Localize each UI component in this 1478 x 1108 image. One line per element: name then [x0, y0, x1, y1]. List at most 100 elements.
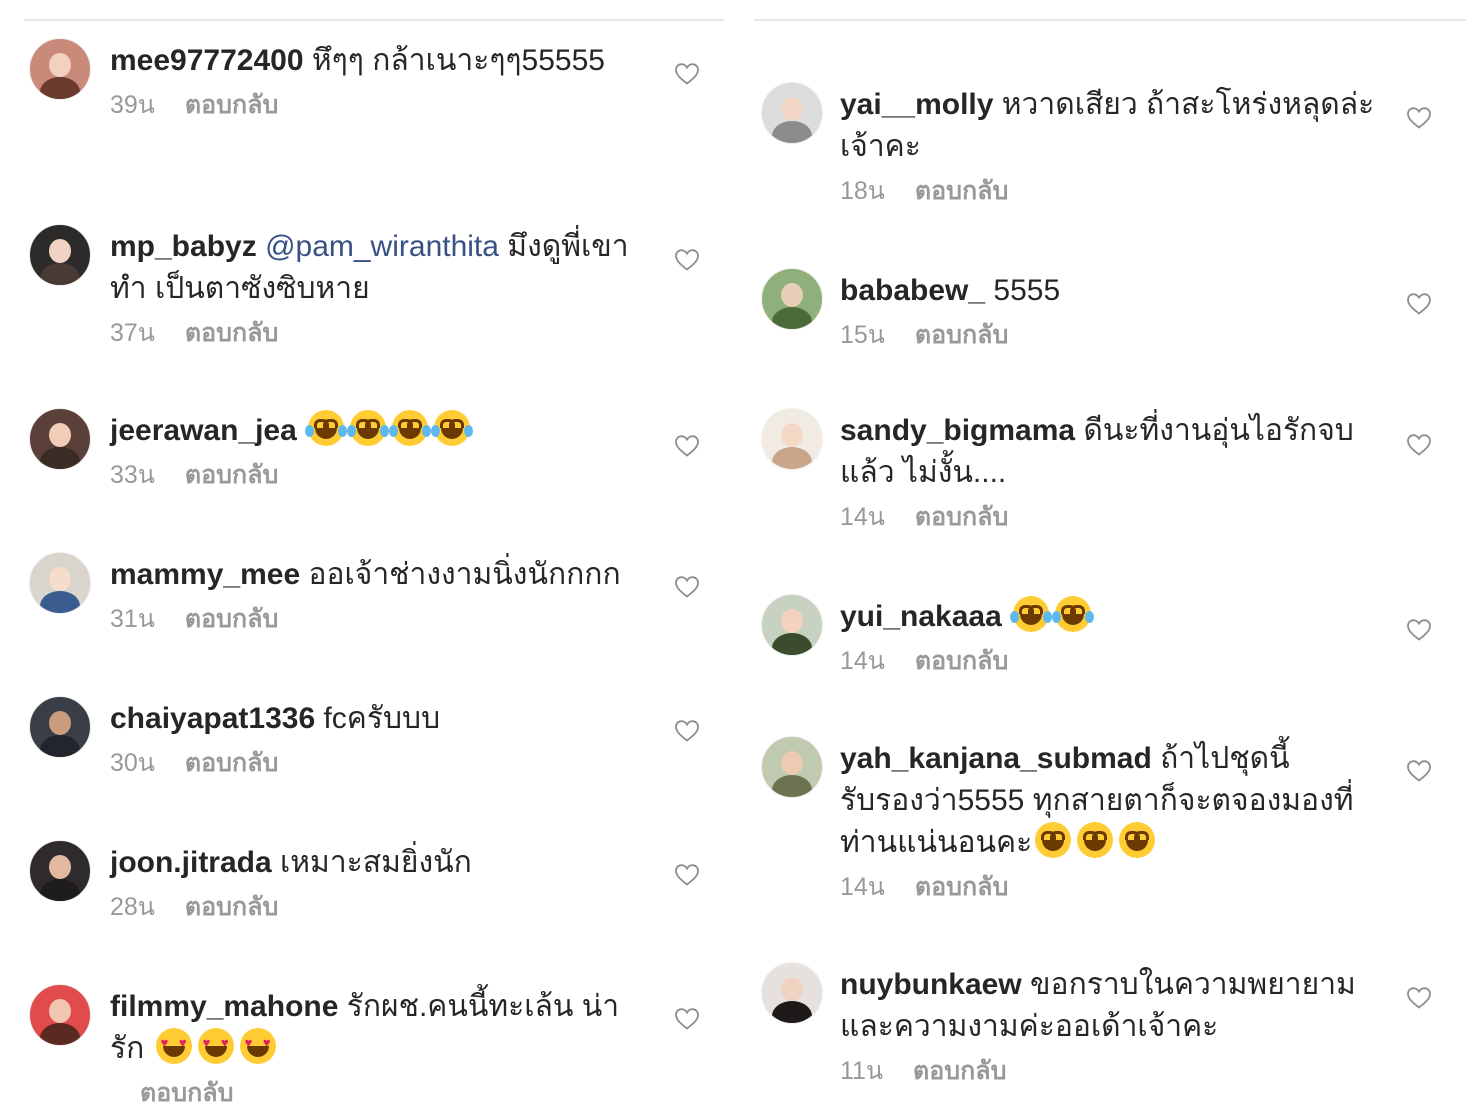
right-comment-column: yai__molly หวาดเสียว ถ้าสะโหร่งหลุดล่ะเจ…	[742, 0, 1478, 1108]
reply-button[interactable]: ตอบกลับ	[913, 1057, 1006, 1085]
like-heart-icon[interactable]	[674, 434, 700, 458]
top-divider	[754, 19, 1466, 21]
comment-meta: 14น ตอบกลับ	[840, 871, 1380, 903]
laughing-tears-emoji	[347, 410, 390, 446]
comment-meta: 18น ตอบกลับ	[840, 175, 1380, 207]
laughing-tears-emoji	[389, 410, 432, 446]
comment-body: jeerawan_jea 33น ตอบกลับ	[110, 410, 640, 491]
comment-meta: 39น ตอบกลับ	[110, 89, 640, 121]
comment-body: chaiyapat1336 fcครับบบ 30น ตอบกลับ	[110, 698, 640, 779]
comment-text: หึๆๆ กล้าเนาะๆๆ55555	[303, 44, 605, 77]
comment-meta: 30น ตอบกลับ	[110, 747, 640, 779]
avatar[interactable]	[29, 224, 91, 286]
avatar[interactable]	[761, 408, 823, 470]
comment-body: bababew_ 5555 15น ตอบกลับ	[840, 270, 1380, 351]
like-heart-icon[interactable]	[674, 575, 700, 599]
comment-text	[1002, 600, 1010, 633]
top-divider	[24, 19, 724, 21]
comment-username[interactable]: jeerawan_jea	[110, 414, 297, 447]
comment-text	[297, 414, 305, 447]
like-heart-icon[interactable]	[674, 248, 700, 272]
comment-meta: 37น ตอบกลับ	[110, 317, 640, 349]
comment-username[interactable]: mammy_mee	[110, 558, 300, 591]
comment-meta: 28น ตอบกลับ	[110, 891, 640, 923]
heart-eyes-emoji: ♥ ♥	[197, 1028, 234, 1064]
avatar[interactable]	[761, 594, 823, 656]
avatar[interactable]	[29, 38, 91, 100]
comment-mention-link[interactable]: @pam_wiranthita	[265, 230, 499, 263]
comment-username[interactable]: mee97772400	[110, 44, 304, 77]
comment-username[interactable]: bababew_	[840, 274, 985, 307]
avatar[interactable]	[29, 696, 91, 758]
reply-button[interactable]: ตอบกลับ	[140, 1079, 233, 1107]
comment-body: yah_kanjana_submad ถ้าไปชุดนี้ รับรองว่า…	[840, 738, 1380, 903]
reply-button[interactable]: ตอบกลับ	[915, 647, 1008, 675]
reply-button[interactable]: ตอบกลับ	[185, 605, 278, 633]
reply-button[interactable]: ตอบกลับ	[185, 319, 278, 347]
comment-timestamp: 37น	[110, 319, 155, 347]
comment-body: yai__molly หวาดเสียว ถ้าสะโหร่งหลุดล่ะเจ…	[840, 84, 1380, 207]
like-heart-icon[interactable]	[674, 1007, 700, 1031]
like-heart-icon[interactable]	[1406, 759, 1432, 783]
comment-username[interactable]: nuybunkaew	[840, 968, 1022, 1001]
avatar[interactable]	[29, 552, 91, 614]
comment-body: joon.jitrada เหมาะสมยิ่งนัก 28น ตอบกลับ	[110, 842, 640, 923]
reply-button[interactable]: ตอบกลับ	[185, 91, 278, 119]
comment-meta: 14น ตอบกลับ	[840, 501, 1380, 533]
comment-timestamp: 33น	[110, 461, 155, 489]
comment-username[interactable]: mp_babyz	[110, 230, 257, 263]
comment-meta: 31น ตอบกลับ	[110, 603, 640, 635]
comment-meta: 14น ตอบกลับ	[840, 645, 1380, 677]
laughing-tears-emoji	[431, 410, 474, 446]
avatar[interactable]	[761, 736, 823, 798]
comment-timestamp: 30น	[110, 749, 155, 777]
like-heart-icon[interactable]	[1406, 986, 1432, 1010]
comment-body: nuybunkaew ขอกราบในความพยายามและความงามค…	[840, 964, 1380, 1087]
like-heart-icon[interactable]	[674, 719, 700, 743]
comment-username[interactable]: yai__molly	[840, 88, 993, 121]
reply-button[interactable]: ตอบกลับ	[915, 873, 1008, 901]
grinning-squinting-emoji	[1119, 822, 1156, 858]
like-heart-icon[interactable]	[674, 863, 700, 887]
laughing-tears-emoji	[305, 410, 348, 446]
comment-text: เหมาะสมยิ่งนัก	[271, 846, 472, 879]
comment-meta: 15น ตอบกลับ	[840, 319, 1380, 351]
like-heart-icon[interactable]	[1406, 106, 1432, 130]
like-heart-icon[interactable]	[1406, 433, 1432, 457]
reply-button[interactable]: ตอบกลับ	[915, 503, 1008, 531]
comment-timestamp: 15น	[840, 321, 885, 349]
comment-meta: ตอบกลับ	[110, 1077, 640, 1108]
comment-username[interactable]: sandy_bigmama	[840, 414, 1075, 447]
reply-button[interactable]: ตอบกลับ	[915, 321, 1008, 349]
avatar[interactable]	[761, 82, 823, 144]
reply-button[interactable]: ตอบกลับ	[185, 749, 278, 777]
laughing-tears-emoji	[1010, 596, 1053, 632]
avatar[interactable]	[29, 408, 91, 470]
reply-button[interactable]: ตอบกลับ	[185, 893, 278, 921]
avatar[interactable]	[29, 984, 91, 1046]
like-heart-icon[interactable]	[1406, 292, 1432, 316]
avatar[interactable]	[761, 268, 823, 330]
comment-username[interactable]: chaiyapat1336	[110, 702, 315, 735]
avatar[interactable]	[29, 840, 91, 902]
comment-text: fcครับบบ	[315, 702, 441, 735]
left-comment-column: mee97772400 หึๆๆ กล้าเนาะๆๆ55555 39น ตอบกล…	[0, 0, 730, 1108]
comment-body: sandy_bigmama ดีนะที่งานอุ่นไอรักจบแล้ว …	[840, 410, 1380, 533]
comment-username[interactable]: yui_nakaaa	[840, 600, 1002, 633]
avatar[interactable]	[761, 962, 823, 1024]
comment-username[interactable]: joon.jitrada	[110, 846, 272, 879]
comment-timestamp: 28น	[110, 893, 155, 921]
comment-timestamp: 39น	[110, 91, 155, 119]
heart-eyes-emoji: ♥ ♥	[239, 1028, 276, 1064]
heart-eyes-emoji: ♥ ♥	[155, 1028, 192, 1064]
grinning-squinting-emoji	[1035, 822, 1072, 858]
comment-username[interactable]: yah_kanjana_submad	[840, 742, 1152, 775]
like-heart-icon[interactable]	[1406, 618, 1432, 642]
like-heart-icon[interactable]	[674, 62, 700, 86]
comment-body: mammy_mee ออเจ้าช่างงามนิ่งนักกกก 31น ตอบก…	[110, 554, 640, 635]
comment-timestamp: 14น	[840, 873, 885, 901]
comment-body: mp_babyz @pam_wiranthita มึงดูพี่เขาทำ เ…	[110, 226, 640, 349]
reply-button[interactable]: ตอบกลับ	[185, 461, 278, 489]
reply-button[interactable]: ตอบกลับ	[915, 177, 1008, 205]
comment-username[interactable]: filmmy_mahone	[110, 990, 338, 1023]
